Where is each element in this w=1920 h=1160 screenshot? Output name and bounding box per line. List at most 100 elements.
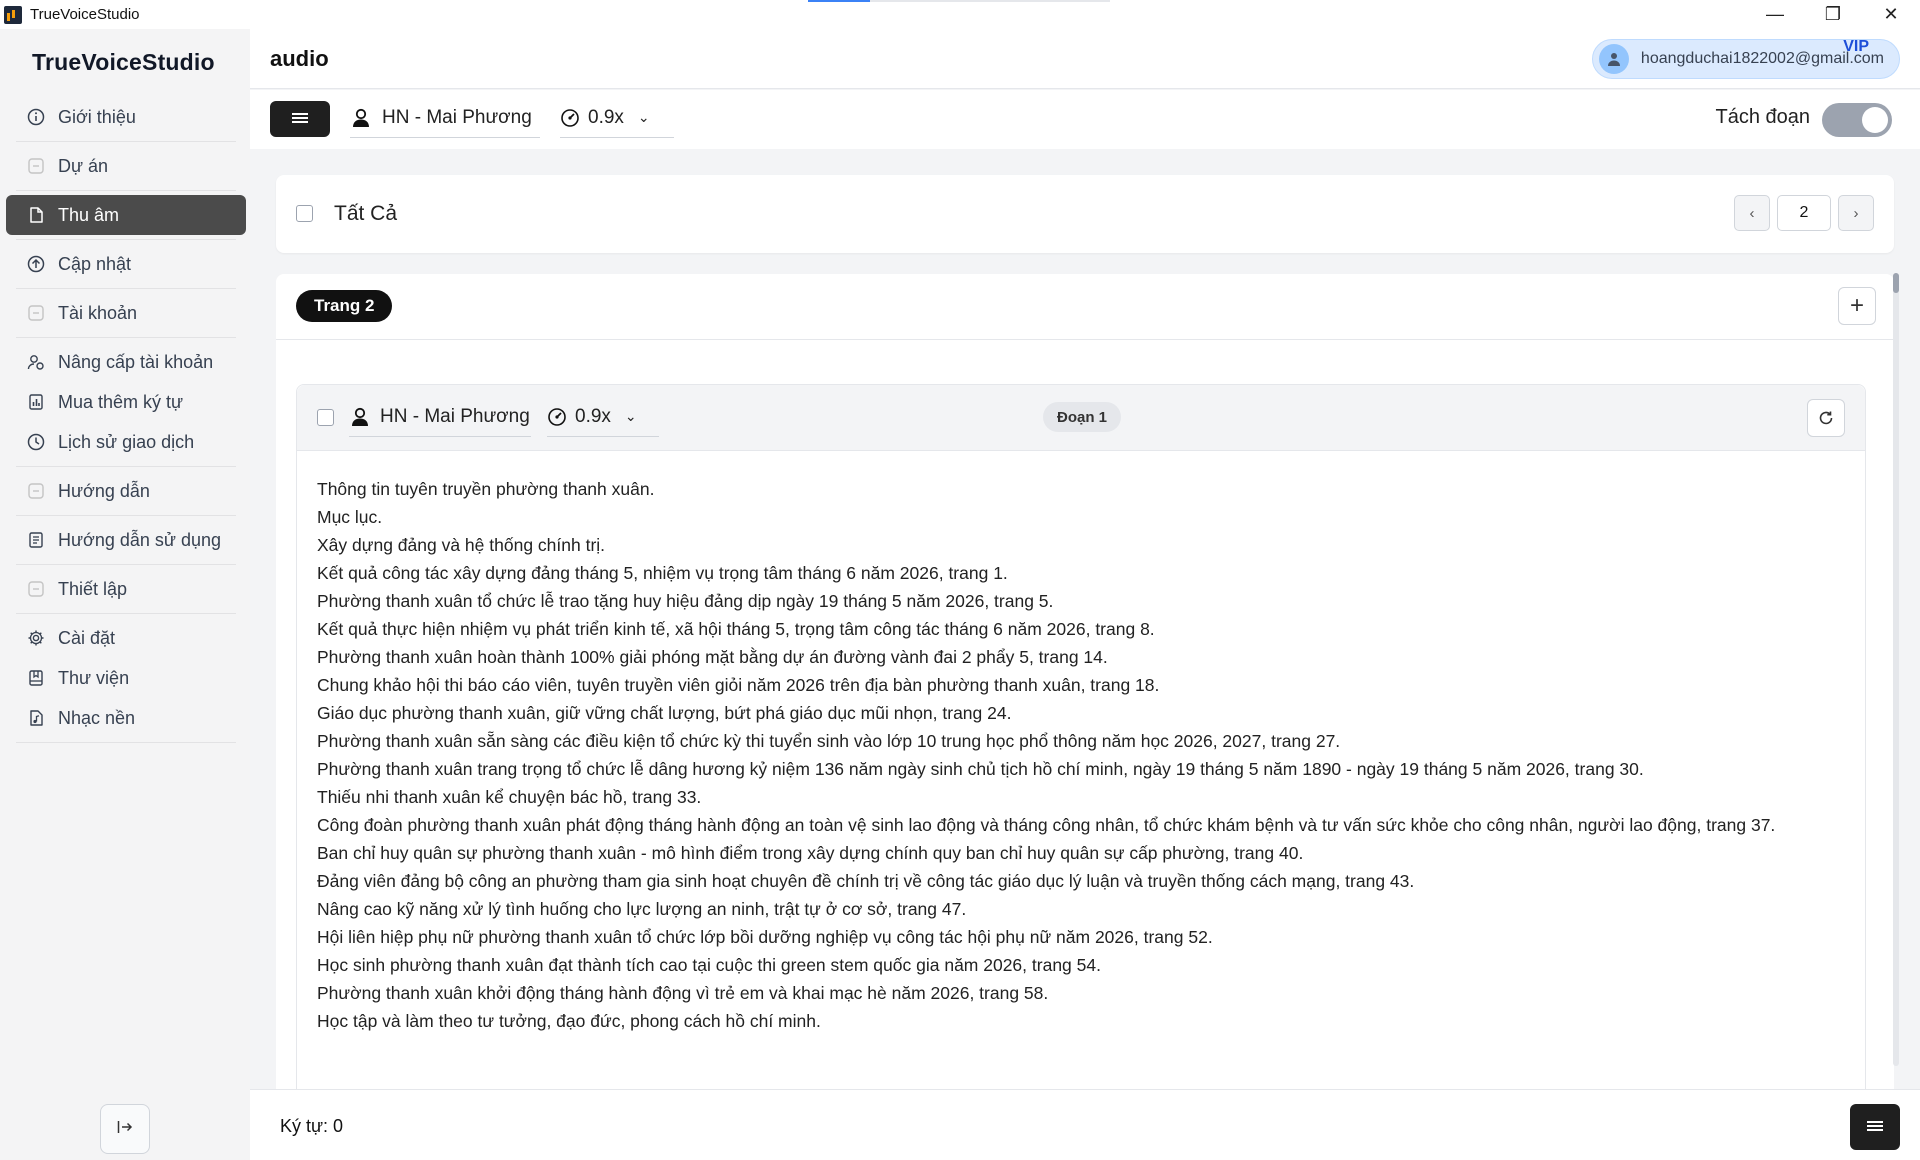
sidebar-item-label: Cập nhật	[58, 253, 132, 274]
segment-voice-select[interactable]: HN - Mai Phương	[349, 397, 531, 437]
user-account-pill[interactable]: hoangduchai1822002@gmail.com VIP	[1591, 38, 1900, 79]
segment-text-line: Nâng cao kỹ năng xử lý tình huống cho lự…	[317, 899, 967, 919]
select-all-card: Tất Cả ‹ 2 ›	[276, 175, 1894, 253]
hamburger-icon	[1867, 1121, 1883, 1133]
divider	[16, 288, 236, 289]
select-all-checkbox[interactable]	[296, 205, 313, 222]
folder-icon	[26, 156, 46, 176]
divider	[16, 613, 236, 614]
person-icon	[350, 107, 372, 129]
minimize-button[interactable]: —	[1746, 0, 1804, 29]
segment-text-line: Phường thanh xuân tổ chức lễ trao tặng h…	[317, 591, 1054, 611]
segment-text-line: Thông tin tuyên truyền phường thanh xuân…	[317, 479, 655, 499]
sidebar-item-huong-dan-su-dung[interactable]: Hướng dẫn sử dụng	[6, 520, 246, 560]
segment-text-line: Giáo dục phường thanh xuân, giữ vững chấ…	[317, 703, 1012, 723]
footer-menu-button[interactable]	[1850, 1104, 1900, 1150]
menu-button[interactable]	[270, 101, 330, 137]
sidebar-item-du-an[interactable]: Dự án	[6, 146, 246, 186]
collapse-sidebar-button[interactable]	[100, 1104, 150, 1154]
music-icon	[26, 708, 46, 728]
sidebar-item-gioi-thieu[interactable]: Giới thiệu	[6, 97, 246, 137]
manual-icon	[26, 530, 46, 550]
segment-text-line: Chung khảo hội thi báo cáo viên, tuyên t…	[317, 675, 1160, 695]
page-badge: Trang 2	[296, 290, 393, 322]
segment-speed-value: 0.9x	[575, 405, 611, 427]
sidebar-item-lich-su[interactable]: Lịch sử giao dịch	[6, 422, 246, 462]
segment-text-line: Hội liên hiệp phụ nữ phường thanh xuân t…	[317, 927, 1213, 947]
segment-text-line: Ban chỉ huy quân sự phường thanh xuân - …	[317, 843, 1304, 863]
sidebar: TrueVoiceStudio Giới thiệu Dự án Thu âm …	[0, 29, 250, 1160]
sidebar-item-nang-cap[interactable]: Nâng cấp tài khoản	[6, 342, 246, 382]
divider	[16, 141, 236, 142]
speed-select[interactable]: 0.9x ⌄	[560, 98, 674, 138]
brand-name: TrueVoiceStudio	[32, 49, 215, 75]
divider	[16, 239, 236, 240]
user-upgrade-icon	[26, 352, 46, 372]
segment-text-line: Xây dựng đảng và hệ thống chính trị.	[317, 535, 606, 555]
sidebar-item-label: Dự án	[58, 155, 109, 176]
regenerate-button[interactable]	[1807, 399, 1845, 437]
page-title: audio	[270, 46, 329, 71]
sidebar-item-label: Hướng dẫn	[58, 480, 150, 501]
divider	[16, 515, 236, 516]
segment-text-line: Thiếu nhi thanh xuân kể chuyện bác hồ, t…	[317, 787, 702, 807]
upload-icon	[26, 254, 46, 274]
segment-text-line: Phường thanh xuân khởi động tháng hành đ…	[317, 983, 1049, 1003]
segment-text-line: Kết quả thực hiện nhiệm vụ phát triển ki…	[317, 619, 1155, 639]
segment-text-line: Mục lục.	[317, 507, 383, 527]
close-button[interactable]: ✕	[1862, 0, 1920, 29]
collapse-arrow-icon	[116, 1118, 134, 1141]
sidebar-item-nhac-nen[interactable]: Nhạc nền	[6, 698, 246, 738]
sidebar-item-cap-nhat[interactable]: Cập nhật	[6, 244, 246, 284]
speed-value: 0.9x	[588, 106, 624, 128]
segment-badge: Đoạn 1	[1043, 402, 1122, 432]
sidebar-item-tai-khoan[interactable]: Tài khoản	[6, 293, 246, 333]
segment-speed-select[interactable]: 0.9x ⌄	[547, 397, 659, 437]
sidebar-item-thiet-lap[interactable]: Thiết lập	[6, 569, 246, 609]
sidebar-nav: Giới thiệu Dự án Thu âm Cập nhật Tài kho…	[6, 97, 246, 747]
gear-icon	[26, 628, 46, 648]
sidebar-item-thu-am[interactable]: Thu âm	[6, 195, 246, 235]
sidebar-item-label: Thiết lập	[58, 578, 128, 599]
sidebar-item-huong-dan[interactable]: Hướng dẫn	[6, 471, 246, 511]
segment-header: HN - Mai Phương 0.9x ⌄ Đoạn 1	[297, 385, 1865, 451]
sidebar-item-label: Giới thiệu	[58, 106, 136, 127]
app-logo-icon	[4, 5, 22, 24]
restore-button[interactable]: ❐	[1804, 0, 1862, 29]
speedometer-icon	[560, 108, 580, 128]
sidebar-item-cai-dat[interactable]: Cài đặt	[6, 618, 246, 658]
segment-text-line: Học tập và làm theo tư tưởng, đạo đức, p…	[317, 1011, 821, 1031]
split-toggle-label: Tách đoạn	[1715, 106, 1810, 128]
toolbar: HN - Mai Phương 0.9x ⌄ Tách đoạn	[250, 90, 1920, 149]
divider	[16, 190, 236, 191]
prev-page-button[interactable]: ‹	[1734, 195, 1770, 231]
history-icon	[26, 432, 46, 452]
chart-icon	[26, 392, 46, 412]
add-segment-button[interactable]: +	[1838, 287, 1876, 325]
scrollbar[interactable]	[1893, 273, 1899, 1066]
chevron-down-icon: ⌄	[624, 408, 637, 424]
setup-icon	[26, 579, 46, 599]
sidebar-item-label: Thư viện	[58, 667, 130, 688]
sidebar-item-label: Mua thêm ký tự	[58, 391, 184, 412]
avatar	[1598, 44, 1629, 74]
speedometer-icon	[547, 407, 567, 427]
sidebar-item-mua-ky-tu[interactable]: Mua thêm ký tự	[6, 382, 246, 422]
sidebar-item-label: Cài đặt	[58, 627, 116, 648]
info-icon	[26, 107, 46, 127]
divider	[16, 564, 236, 565]
next-page-button[interactable]: ›	[1838, 195, 1874, 231]
voice-select[interactable]: HN - Mai Phương	[350, 98, 540, 138]
segment-text-line: Phường thanh xuân hoàn thành 100% giải p…	[317, 647, 1108, 667]
divider	[16, 337, 236, 338]
split-toggle[interactable]	[1822, 103, 1892, 137]
sidebar-item-label: Nhạc nền	[58, 707, 136, 728]
segment-text-line: Đảng viên đảng bộ công an phường tham gi…	[317, 871, 1415, 891]
segment-checkbox[interactable]	[317, 409, 334, 426]
sidebar-item-thu-vien[interactable]: Thư viện	[6, 658, 246, 698]
hamburger-icon	[292, 113, 308, 125]
page-number-input[interactable]: 2	[1777, 195, 1831, 231]
page-card: Trang 2 + HN - Mai Phương 0.9x ⌄ Đoạn 1 …	[276, 274, 1894, 1091]
select-all-label: Tất Cả	[334, 202, 398, 225]
segment-text[interactable]: Thông tin tuyên truyền phường thanh xuân…	[317, 475, 1847, 1035]
